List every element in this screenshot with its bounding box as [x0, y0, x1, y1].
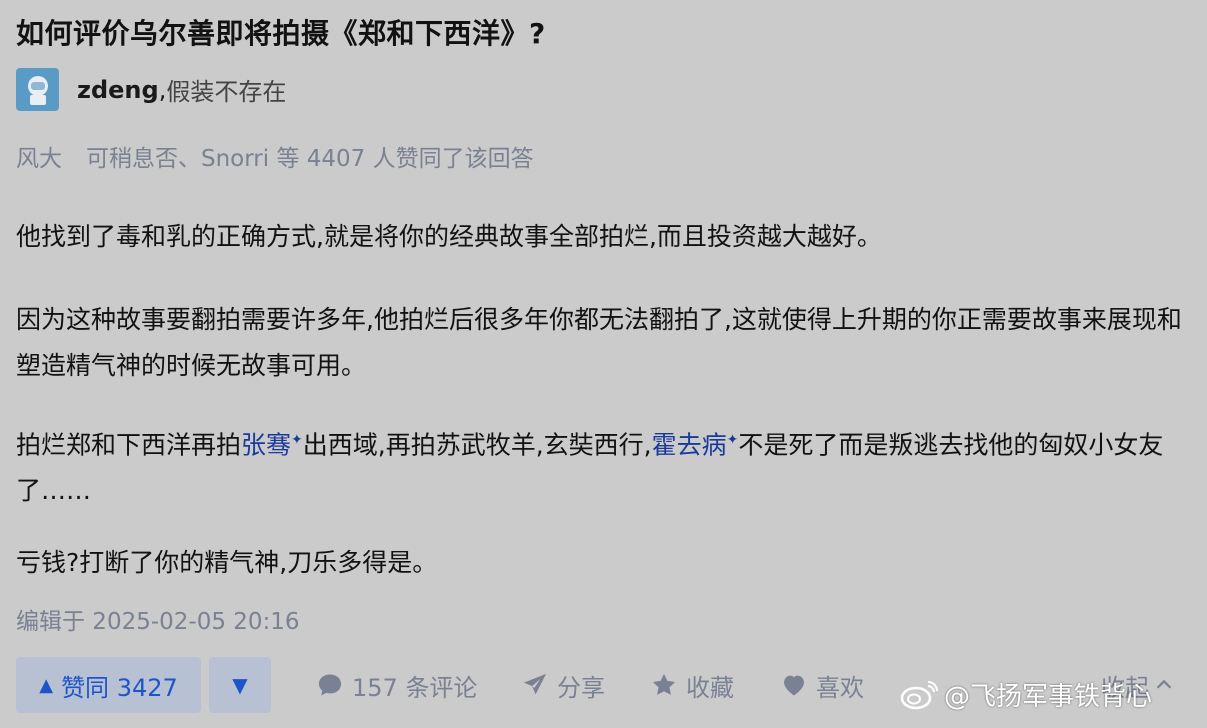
author-bio: 假装不存在	[166, 78, 287, 106]
comments-label: 157 条评论	[352, 673, 478, 702]
favorite-label: 收藏	[686, 673, 734, 702]
weibo-logo-icon	[900, 680, 938, 709]
author-name[interactable]: zdeng	[77, 76, 159, 104]
astronaut-avatar-icon	[27, 75, 48, 105]
star-icon	[652, 673, 676, 695]
share-label: 分享	[557, 673, 605, 702]
keyword-link-zhangqian[interactable]: 张骞	[241, 430, 291, 459]
like-button[interactable]: 喜欢	[780, 657, 864, 713]
paragraph: 亏钱?打断了你的精气神,刀乐多得是。	[16, 548, 438, 577]
voters-rest[interactable]: 可稍息否、Snorri 等 4407 人赞同了该回答	[86, 146, 534, 172]
edited-timestamp[interactable]: 编辑于 2025-02-05 20:16	[16, 602, 300, 636]
question-title[interactable]: 如何评价乌尔善即将拍摄《郑和下西洋》?	[16, 12, 546, 52]
paragraph: 他找到了毒和乳的正确方式,就是将你的经典故事全部拍烂,而且投资越大越好。	[16, 222, 882, 251]
favorite-button[interactable]: 收藏	[650, 657, 734, 713]
weibo-watermark: @飞扬军事铁背心	[900, 676, 1152, 713]
comments-button[interactable]: 157 条评论	[316, 657, 477, 713]
downvote-button[interactable]: ▼	[209, 657, 271, 713]
paragraph: 因为这种故事要翻拍需要许多年,他拍烂后很多年你都无法翻拍了,这就使得上升期的你正…	[16, 305, 1182, 380]
like-label: 喜欢	[816, 673, 864, 702]
paragraph: 拍烂郑和下西洋再拍张骞✦出西域,再拍苏武牧羊,玄奘西行,霍去病✦不是死了而是叛逃…	[16, 417, 1196, 514]
avatar[interactable]	[16, 68, 59, 111]
paper-plane-icon	[523, 673, 547, 695]
upvote-label: 赞同 3427	[61, 673, 178, 702]
author-info: zdeng , 假装不存在	[16, 68, 286, 111]
comment-bubble-icon	[318, 674, 342, 696]
paragraph-text: 拍烂郑和下西洋再拍	[16, 430, 242, 460]
sparkle-icon: ✦	[726, 432, 739, 448]
author-separator: ,	[158, 75, 167, 104]
chevron-up-icon	[1156, 679, 1172, 689]
keyword-link-huoqubing[interactable]: 霍去病	[652, 430, 727, 459]
share-button[interactable]: 分享	[521, 657, 605, 713]
upvote-button[interactable]: ▲ 赞同 3427	[16, 657, 201, 713]
heart-icon	[784, 675, 804, 696]
paragraph-text: 出西域,再拍苏武牧羊,玄奘西行,	[302, 430, 652, 460]
watermark-text: @飞扬军事铁背心	[944, 682, 1153, 712]
voter-first[interactable]: 风大	[16, 146, 62, 172]
sparkle-icon: ✦	[291, 432, 303, 448]
voters-summary: 风大 可稍息否、Snorri 等 4407 人赞同了该回答	[16, 139, 534, 173]
triangle-up-icon: ▲	[39, 674, 54, 696]
triangle-down-icon: ▼	[232, 673, 248, 697]
